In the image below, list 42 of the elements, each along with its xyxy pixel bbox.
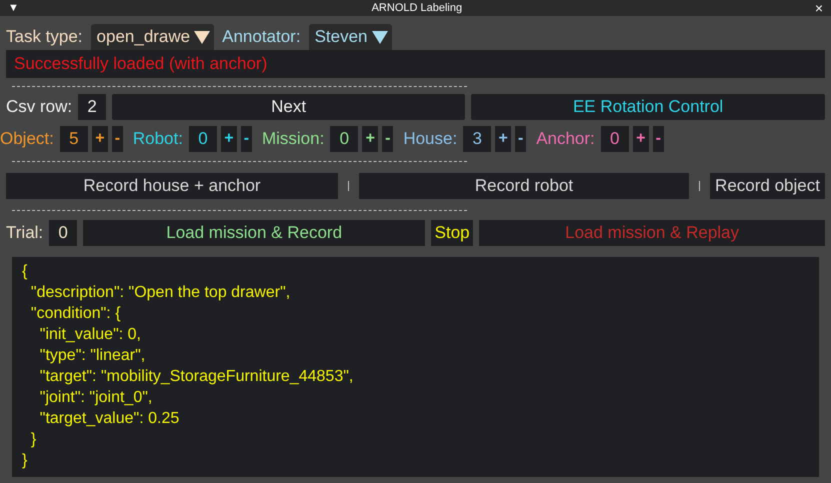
window-title: ARNOLD Labeling [370, 0, 464, 16]
decrement-button[interactable]: - [515, 126, 526, 152]
record-button[interactable]: Record robot [359, 173, 689, 199]
caret-icon [194, 30, 210, 44]
number-field[interactable]: 3 [463, 126, 492, 152]
increment-button[interactable]: + [495, 126, 512, 152]
decrement-button[interactable]: - [652, 126, 664, 152]
field-label: Annotator: [222, 26, 301, 48]
increment-button[interactable]: + [220, 126, 237, 152]
record-button[interactable]: Record object [710, 173, 825, 199]
collapse-button[interactable]: ▼ [8, 2, 19, 14]
decrement-button[interactable]: - [112, 126, 123, 152]
number-field[interactable]: 0 [49, 220, 78, 246]
button[interactable]: Load mission & Record [83, 220, 426, 246]
counter-label: Robot: [132, 128, 183, 150]
number-field[interactable]: 5 [60, 126, 88, 152]
button[interactable]: Next [112, 94, 466, 120]
mission-text: { "description": "Open the top drawer", "condition": { "init_value": 0, "type": "linear", "target": "mobility_StorageFurniture_44853", "joint": "joint_0", "target_value": 0.25 } } [12, 257, 819, 477]
number-field[interactable]: 0 [188, 126, 217, 152]
number-field[interactable]: 0 [600, 126, 629, 152]
increment-button[interactable]: + [362, 126, 378, 152]
caret-icon [372, 30, 388, 44]
increment-button[interactable]: + [632, 126, 649, 152]
close-button[interactable]: × [814, 1, 823, 15]
status-message: Successfully loaded (with anchor) [6, 50, 825, 78]
counter-label: Mission: [262, 128, 324, 150]
field-label: Csv row: [6, 96, 72, 118]
button[interactable]: Stop [431, 220, 474, 246]
number-field[interactable]: 0 [330, 126, 358, 152]
record-button[interactable]: Record house + anchor [6, 173, 338, 199]
button[interactable]: EE Rotation Control [471, 94, 825, 120]
decrement-button[interactable]: - [240, 126, 252, 152]
dropdown[interactable]: Steven [308, 24, 392, 50]
counter-label: House: [403, 128, 458, 150]
counter-label: Anchor: [536, 128, 595, 150]
decrement-button[interactable]: - [382, 126, 394, 152]
dropdown[interactable]: open_drawe [90, 24, 214, 50]
number-field[interactable]: 2 [78, 94, 106, 120]
field-label: Task type: [6, 26, 83, 48]
counter-label: Object: [0, 128, 54, 150]
increment-button[interactable]: + [92, 126, 108, 152]
field-label: Trial: [6, 222, 44, 244]
